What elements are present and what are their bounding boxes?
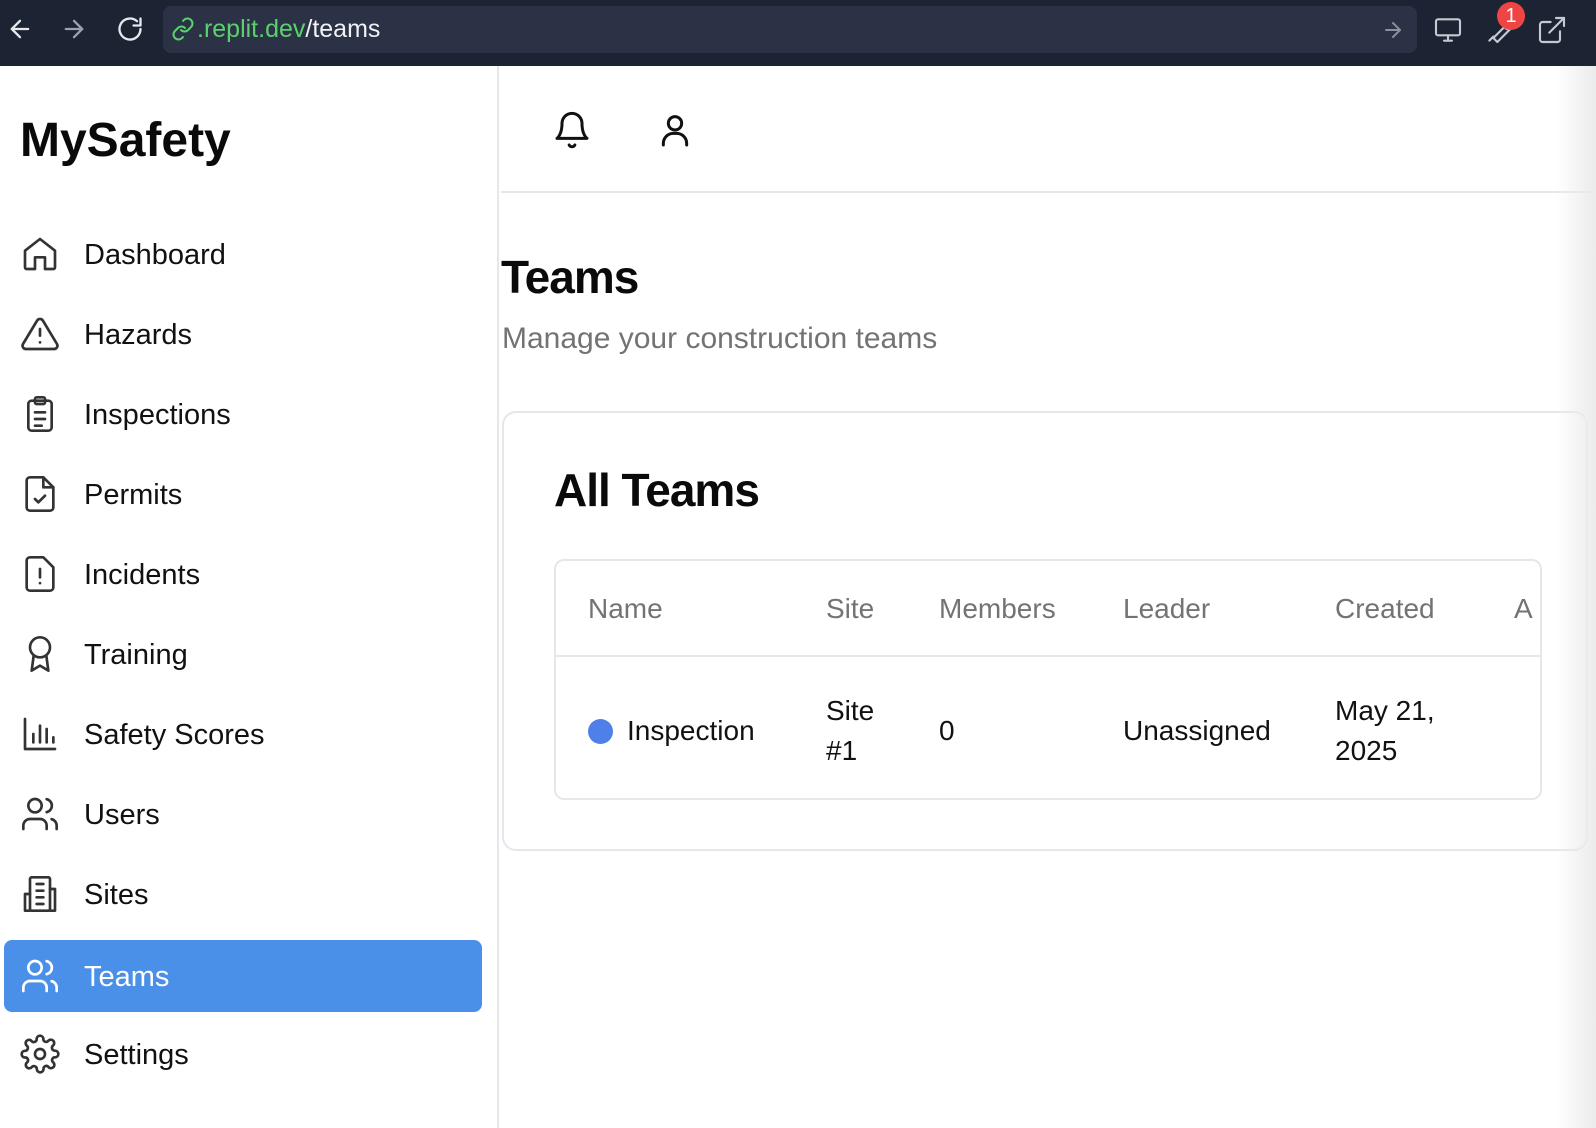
sidebar-item-label: Dashboard xyxy=(84,239,226,271)
users-icon xyxy=(22,959,59,993)
external-link-icon[interactable] xyxy=(1532,10,1572,50)
team-leader: Unassigned xyxy=(1123,715,1271,746)
card-title: All Teams xyxy=(554,464,760,516)
sidebar-item-label: Safety Scores xyxy=(84,719,265,751)
notification-badge: 1 xyxy=(1497,2,1525,30)
monitor-icon[interactable] xyxy=(1428,10,1468,50)
back-arrow-icon[interactable] xyxy=(0,9,40,49)
column-header-name[interactable]: Name xyxy=(588,593,663,625)
url-domain: .replit.dev xyxy=(197,15,306,43)
team-members-count: 0 xyxy=(939,715,955,746)
url-path: /teams xyxy=(305,15,381,43)
table-row[interactable]: Inspection Site #1 0 Unassigned May 21, … xyxy=(556,657,1540,798)
team-created-line1: May 21, xyxy=(1335,695,1435,726)
column-header-actions[interactable]: A xyxy=(1514,593,1533,625)
page-subtitle: Manage your construction teams xyxy=(502,322,938,355)
top-header xyxy=(501,66,1591,193)
sidebar-item-permits[interactable]: Permits xyxy=(4,458,482,530)
team-site-line1: Site xyxy=(826,695,875,726)
teams-card: All Teams Name Site Members Leader Creat… xyxy=(502,411,1588,851)
sidebar-item-label: Training xyxy=(84,639,188,671)
sidebar: MySafety Dashboard Hazards Inspections P… xyxy=(0,66,499,1128)
user-icon[interactable] xyxy=(655,110,695,150)
sidebar-item-label: Hazards xyxy=(84,319,192,351)
scroll-edge-shadow xyxy=(1556,66,1596,1128)
sidebar-item-label: Inspections xyxy=(84,399,231,431)
table-header: Name Site Members Leader Created A xyxy=(556,561,1540,657)
award-icon xyxy=(28,636,52,672)
gear-icon xyxy=(20,1034,60,1074)
sidebar-item-safety-scores[interactable]: Safety Scores xyxy=(4,698,482,770)
reload-icon[interactable] xyxy=(110,9,150,49)
bar-chart-icon xyxy=(23,717,57,751)
column-header-created[interactable]: Created xyxy=(1335,593,1435,625)
teams-table: Name Site Members Leader Created A Inspe… xyxy=(554,559,1542,800)
page-title: Teams xyxy=(501,251,639,303)
sidebar-item-label: Settings xyxy=(84,1039,189,1071)
team-site-line2: #1 xyxy=(826,735,858,766)
forward-arrow-icon[interactable] xyxy=(54,9,94,49)
building-icon xyxy=(23,876,57,912)
url-bar[interactable]: .replit.dev/teams xyxy=(163,6,1417,53)
sidebar-item-teams[interactable]: Teams xyxy=(4,940,482,1012)
sidebar-item-training[interactable]: Training xyxy=(4,618,482,690)
column-header-site[interactable]: Site xyxy=(826,593,874,625)
sidebar-item-inspections[interactable]: Inspections xyxy=(4,378,482,450)
sidebar-item-incidents[interactable]: Incidents xyxy=(4,538,482,610)
browser-toolbar: .replit.dev/teams 1 xyxy=(0,0,1596,66)
go-arrow-icon[interactable] xyxy=(1381,18,1405,42)
file-alert-icon xyxy=(25,556,55,592)
sidebar-item-settings[interactable]: Settings xyxy=(4,1018,482,1090)
home-icon xyxy=(23,237,57,271)
sidebar-item-sites[interactable]: Sites xyxy=(4,858,482,930)
sidebar-item-users[interactable]: Users xyxy=(4,778,482,850)
sidebar-item-label: Permits xyxy=(84,479,183,511)
sidebar-item-label: Sites xyxy=(84,879,149,911)
users-icon xyxy=(22,797,59,831)
sidebar-item-label: Incidents xyxy=(84,559,201,591)
team-name[interactable]: Inspection xyxy=(627,711,755,751)
link-icon xyxy=(172,17,194,41)
column-header-leader[interactable]: Leader xyxy=(1123,593,1210,625)
bell-icon[interactable] xyxy=(552,110,592,150)
sidebar-item-hazards[interactable]: Hazards xyxy=(4,298,482,370)
sidebar-item-label: Users xyxy=(84,799,160,831)
sidebar-item-label: Teams xyxy=(84,961,170,993)
team-created-line2: 2025 xyxy=(1335,735,1398,766)
team-color-dot xyxy=(588,719,613,744)
url-text: .replit.dev/teams xyxy=(197,17,380,42)
clipboard-icon xyxy=(27,396,53,432)
warning-triangle-icon xyxy=(21,317,59,351)
file-check-icon xyxy=(25,476,55,512)
brand-logo-text: MySafety xyxy=(20,114,231,167)
column-header-members[interactable]: Members xyxy=(939,593,1056,625)
sidebar-item-dashboard[interactable]: Dashboard xyxy=(4,218,482,290)
